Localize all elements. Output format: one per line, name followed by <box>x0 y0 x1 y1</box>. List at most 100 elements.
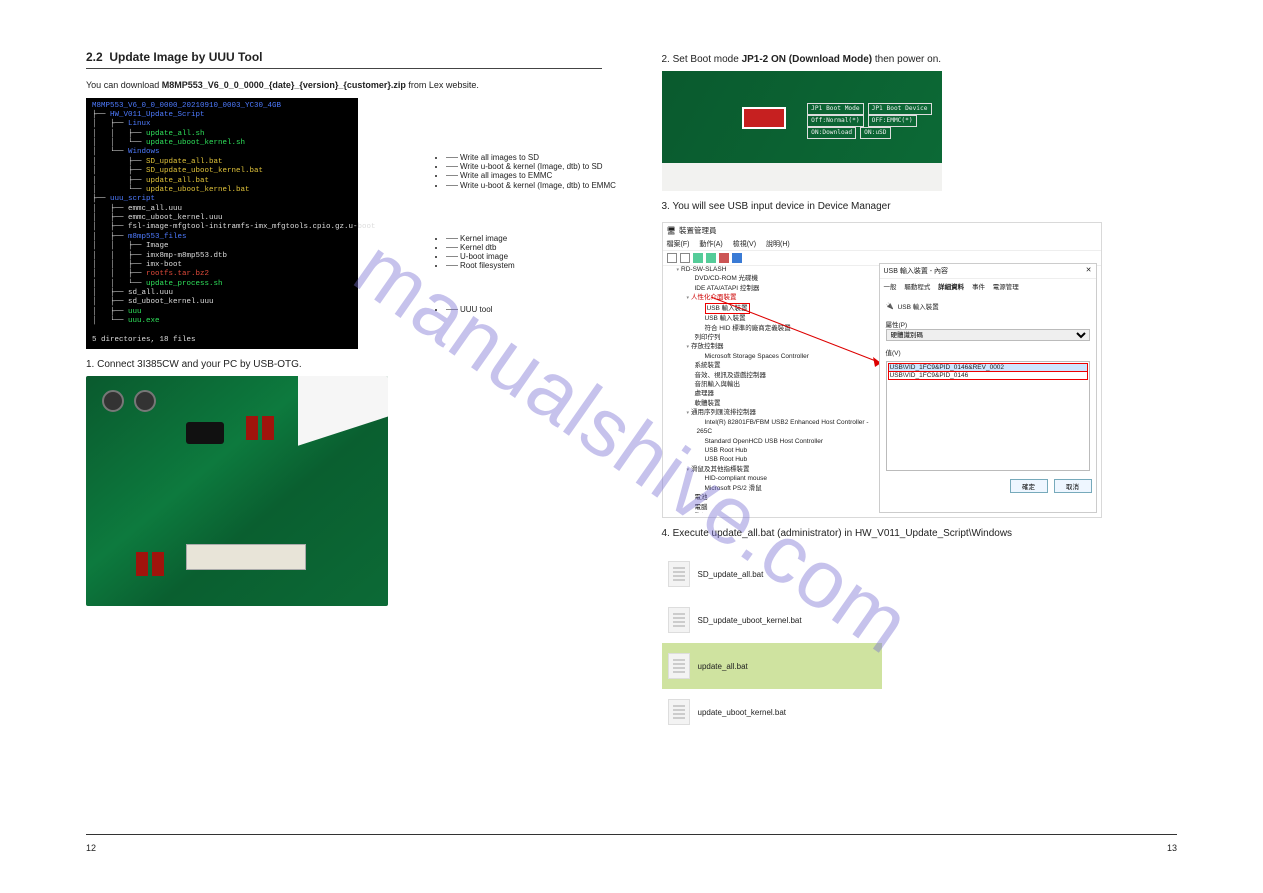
tree-item[interactable]: 音效、視訊及遊戲控制器 <box>687 371 876 380</box>
tree-file: Image <box>146 242 169 250</box>
tree-file: sd_all.uuu <box>128 289 173 297</box>
tree-item[interactable]: 符合 HID 標準的廠商定義裝置 <box>697 324 876 333</box>
section-number: 2.2 <box>86 50 103 64</box>
tree-item[interactable]: 軟體裝置 <box>687 399 876 408</box>
tree-item[interactable]: 存放控制器 <box>687 342 876 351</box>
list-item[interactable]: update_uboot_kernel.bat <box>662 689 882 735</box>
silk-cell: ON:uSD <box>860 127 890 139</box>
tree-file: emmc_uboot_kernel.uuu <box>128 214 223 222</box>
intro-text-b: from Lex website. <box>406 80 479 90</box>
silk-cell: OFF:EMMC(*) <box>868 115 917 127</box>
tree-item[interactable]: HID-compliant mouse <box>697 474 876 483</box>
file-icon <box>668 607 690 633</box>
tree-file: uuu <box>128 308 142 316</box>
tab-events[interactable]: 事件 <box>972 284 985 291</box>
file-name: SD_update_all.bat <box>698 570 764 579</box>
step-2: 2. Set Boot mode JP1-2 ON (Download Mode… <box>662 54 1178 65</box>
prop-title: USB 輸入裝置 - 內容 <box>884 266 949 276</box>
tree-root: M8MP553_V6_0_0_0000_20210910_0003_YC30_4… <box>92 102 281 110</box>
board-photo-dip: JP1 Boot Mode JP1 Boot Device Off:Normal(… <box>662 71 942 191</box>
tree-item[interactable]: Microsoft PS/2 滑鼠 <box>697 484 876 493</box>
tree-dir: uuu_script <box>110 195 155 203</box>
tree-file: fsl-image-mfgtool-initramfs-imx_mfgtools… <box>128 223 376 231</box>
annot-uboot: U-boot image <box>446 252 508 261</box>
tree-item[interactable]: 系統裝置 <box>687 361 876 370</box>
silk-cell: Off:Normal(*) <box>807 115 863 127</box>
devmgr-tree[interactable]: RD-SW-SLASH DVD/CD-ROM 光碟機 IDE ATA/ATAPI… <box>667 265 876 513</box>
tree-item[interactable]: 電池 <box>687 493 876 502</box>
ok-button[interactable]: 確定 <box>1010 479 1048 493</box>
tab-details[interactable]: 詳細資料 <box>938 284 964 291</box>
tree-item[interactable]: 監視器 <box>687 512 876 513</box>
footer-rule <box>86 834 1177 835</box>
step-2-bold: JP1-2 ON (Download Mode) <box>742 54 873 65</box>
devmgr-menubar[interactable]: 檔案(F) 動作(A) 檢視(V) 說明(H) <box>663 238 1101 251</box>
tree-file: uuu.exe <box>128 317 160 325</box>
tree-item[interactable]: DVD/CD-ROM 光碟機 <box>687 274 876 283</box>
intro-text-a: You can download <box>86 80 162 90</box>
list-item-selected[interactable]: update_all.bat <box>662 643 882 689</box>
annot-rootfs: Root filesystem <box>446 261 515 270</box>
file-name: update_uboot_kernel.bat <box>698 708 787 717</box>
prop-property-label: 屬性(P) <box>886 319 1090 329</box>
dip-switch <box>742 107 786 129</box>
list-item[interactable]: SD_update_all.bat <box>662 551 882 597</box>
tree-item[interactable]: 電腦 <box>687 503 876 512</box>
tree-file: rootfs.tar.bz2 <box>146 270 209 278</box>
tree-item[interactable]: Intel(R) 82801FB/FBM USB2 Enhanced Host … <box>697 418 876 437</box>
annot-emmc-all: Write all images to EMMC <box>446 171 552 180</box>
menu-help[interactable]: 說明(H) <box>766 241 790 248</box>
list-item[interactable]: SD_update_uboot_kernel.bat <box>662 597 882 643</box>
tree-file: update_all.bat <box>146 177 209 185</box>
devmgr-title-text: 裝置管理員 <box>679 225 717 236</box>
device-manager-window: 🖥 裝置管理員 檔案(F) 動作(A) 檢視(V) 說明(H) RD-SW-SL… <box>662 222 1102 518</box>
menu-file[interactable]: 檔案(F) <box>667 241 690 248</box>
tree-file: imx8mp-m8mp553.dtb <box>146 252 227 260</box>
tree-item[interactable]: USB Root Hub <box>697 455 876 464</box>
tab-power[interactable]: 電源管理 <box>993 284 1019 291</box>
intro-zip-name: M8MP553_V6_0_0_0000_{date}_{version}_{cu… <box>162 80 406 90</box>
file-name: SD_update_uboot_kernel.bat <box>698 616 802 625</box>
step-1: 1. Connect 3I385CW and your PC by USB-OT… <box>86 359 602 370</box>
step-3: 3. You will see USB input device in Devi… <box>662 201 1178 212</box>
section-heading: 2.2 Update Image by UUU Tool <box>86 50 602 64</box>
annot-kernel-img: Kernel image <box>446 234 507 243</box>
tree-usb-input[interactable]: USB 輸入裝置 <box>697 303 876 314</box>
tree-item[interactable]: USB 輸入裝置 <box>697 314 876 323</box>
hwid-row[interactable]: USB\VID_1FC9&PID_0146 <box>888 372 1088 380</box>
tree-item[interactable]: 滑鼠及其他指標裝置 <box>687 465 876 474</box>
tree-item[interactable]: USB Root Hub <box>697 446 876 455</box>
tree-item[interactable]: 通用序列匯流排控制器 <box>687 408 876 417</box>
device-properties-dialog: USB 輸入裝置 - 內容✕ 一般 驅動程式 詳細資料 事件 電源管理 🔌 US… <box>879 263 1097 513</box>
explorer-file-list[interactable]: SD_update_all.bat SD_update_uboot_kernel… <box>662 551 882 735</box>
tree-file: update_process.sh <box>146 280 223 288</box>
silk-cell: JP1 Boot Mode <box>807 103 863 115</box>
prop-property-select[interactable]: 硬體識別碼 <box>886 329 1090 341</box>
tree-output: M8MP553_V6_0_0_0000_20210910_0003_YC30_4… <box>86 98 358 350</box>
annot-emmc-kernel: Write u-boot & kernel (Image, dtb) to EM… <box>446 181 616 190</box>
prop-tabs[interactable]: 一般 驅動程式 詳細資料 事件 電源管理 <box>880 279 1096 293</box>
silk-cell: ON:Download <box>807 127 856 139</box>
tree-file: update_uboot_kernel.bat <box>146 186 250 194</box>
hwid-row[interactable]: USB\VID_1FC9&PID_0146&REV_0002 <box>888 363 1088 372</box>
prop-value-list[interactable]: USB\VID_1FC9&PID_0146&REV_0002 USB\VID_1… <box>886 361 1090 471</box>
tree-item[interactable]: IDE ATA/ATAPI 控制器 <box>687 284 876 293</box>
cancel-button[interactable]: 取消 <box>1054 479 1092 493</box>
tree-host[interactable]: RD-SW-SLASH <box>677 265 876 274</box>
tree-dir: HW_V011_Update_Script <box>110 111 205 119</box>
tree-item[interactable]: 列印佇列 <box>687 333 876 342</box>
tab-general[interactable]: 一般 <box>884 284 897 291</box>
tree-item[interactable]: 音訊輸入與輸出 <box>687 380 876 389</box>
tree-dir: m8mp553_files <box>128 233 187 241</box>
close-icon[interactable]: ✕ <box>1086 266 1092 276</box>
silk-cell: JP1 Boot Device <box>868 103 932 115</box>
annot-uuu: UUU tool <box>446 305 492 314</box>
tree-item[interactable]: 人性化介面裝置 <box>687 293 876 302</box>
tree-item[interactable]: 處理器 <box>687 389 876 398</box>
tree-item[interactable]: Standard OpenHCD USB Host Controller <box>697 437 876 446</box>
tab-driver[interactable]: 驅動程式 <box>904 284 930 291</box>
menu-view[interactable]: 檢視(V) <box>733 241 756 248</box>
menu-action[interactable]: 動作(A) <box>699 241 722 248</box>
board-photo-otg <box>86 376 388 606</box>
tree-item[interactable]: Microsoft Storage Spaces Controller <box>697 352 876 361</box>
